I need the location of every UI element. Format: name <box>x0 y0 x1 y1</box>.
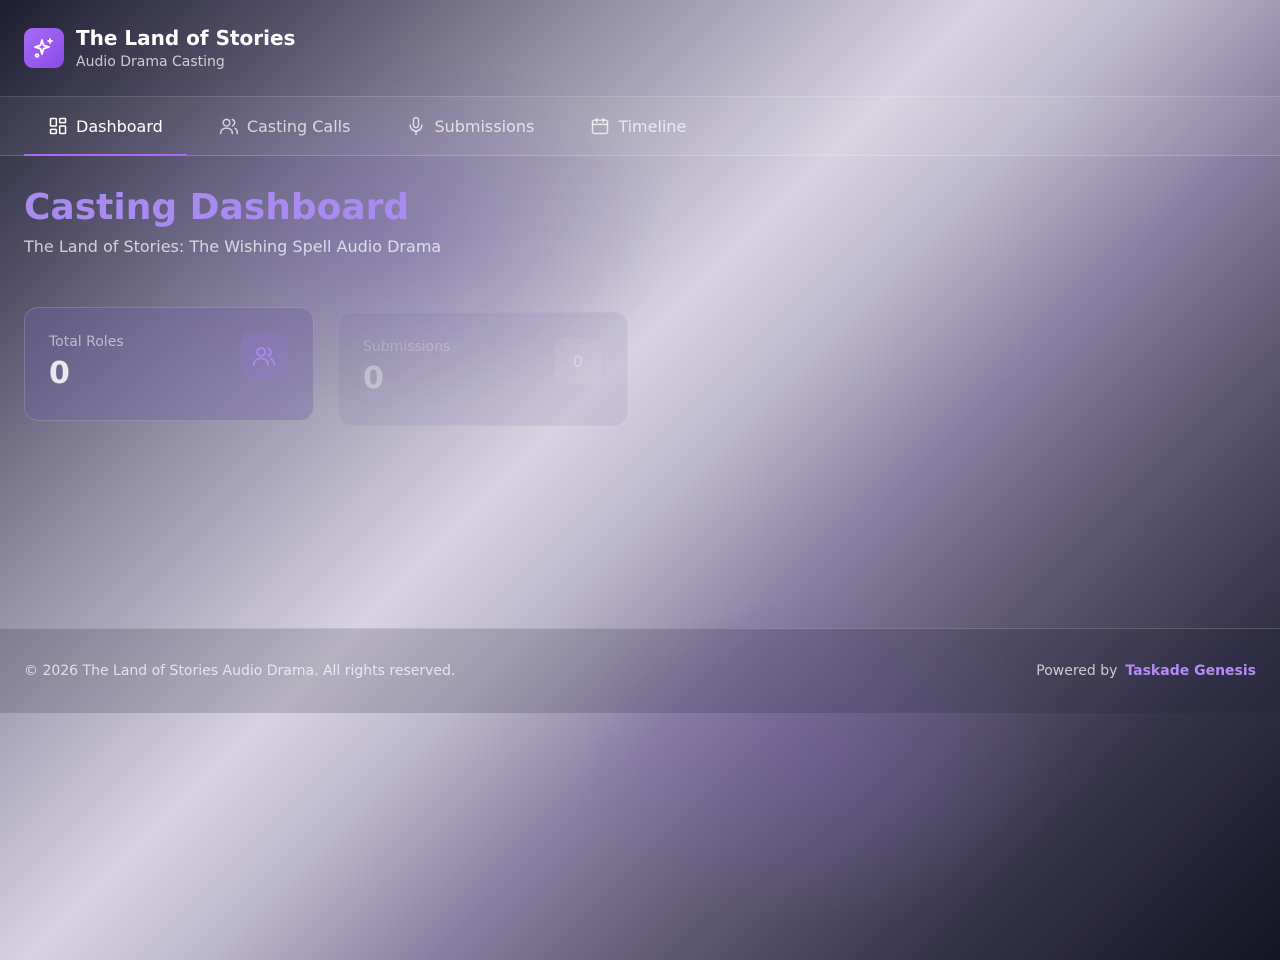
page-title: Casting Dashboard <box>24 187 410 228</box>
tab-dashboard[interactable]: Dashboard <box>24 97 187 156</box>
copyright-text: © 2026 The Land of Stories Audio Drama. … <box>24 663 456 679</box>
tab-label: Casting Calls <box>246 116 351 136</box>
main-nav: Dashboard Casting Calls Submissions Time… <box>0 96 1280 156</box>
app-header: The Land of Stories Audio Drama Casting <box>0 0 1280 96</box>
app-title: The Land of Stories <box>76 26 296 50</box>
app-subtitle: Audio Drama Casting <box>76 54 225 70</box>
taskade-genesis-link[interactable]: Taskade Genesis <box>1125 663 1256 679</box>
calendar-icon <box>592 117 609 135</box>
microphone-icon <box>409 116 424 136</box>
page-subtitle: The Land of Stories: The Wishing Spell A… <box>24 237 442 256</box>
tab-label: Timeline <box>618 116 687 136</box>
dashboard-icon <box>49 117 67 135</box>
tab-timeline[interactable]: Timeline <box>566 97 710 155</box>
stat-card-submissions: Submissions 0 0 <box>338 312 628 426</box>
main-content: Casting Dashboard The Land of Stories: T… <box>24 187 1256 426</box>
app-footer: © 2026 The Land of Stories Audio Drama. … <box>0 628 1280 713</box>
powered-by-label: Powered by <box>1036 663 1118 679</box>
tab-casting-calls[interactable]: Casting Calls <box>195 97 375 155</box>
users-icon <box>241 333 287 379</box>
stat-card-total-roles: Total Roles 0 <box>24 307 314 421</box>
sparkles-icon <box>24 28 64 68</box>
tab-label: Submissions <box>434 116 535 136</box>
stat-icon-placeholder: 0 <box>555 338 601 384</box>
users-icon <box>219 118 238 135</box>
tab-label: Dashboard <box>76 116 163 136</box>
powered-by: Powered by Taskade Genesis <box>1036 663 1256 679</box>
brand: The Land of Stories Audio Drama Casting <box>76 26 295 70</box>
tab-submissions[interactable]: Submissions <box>382 97 558 155</box>
